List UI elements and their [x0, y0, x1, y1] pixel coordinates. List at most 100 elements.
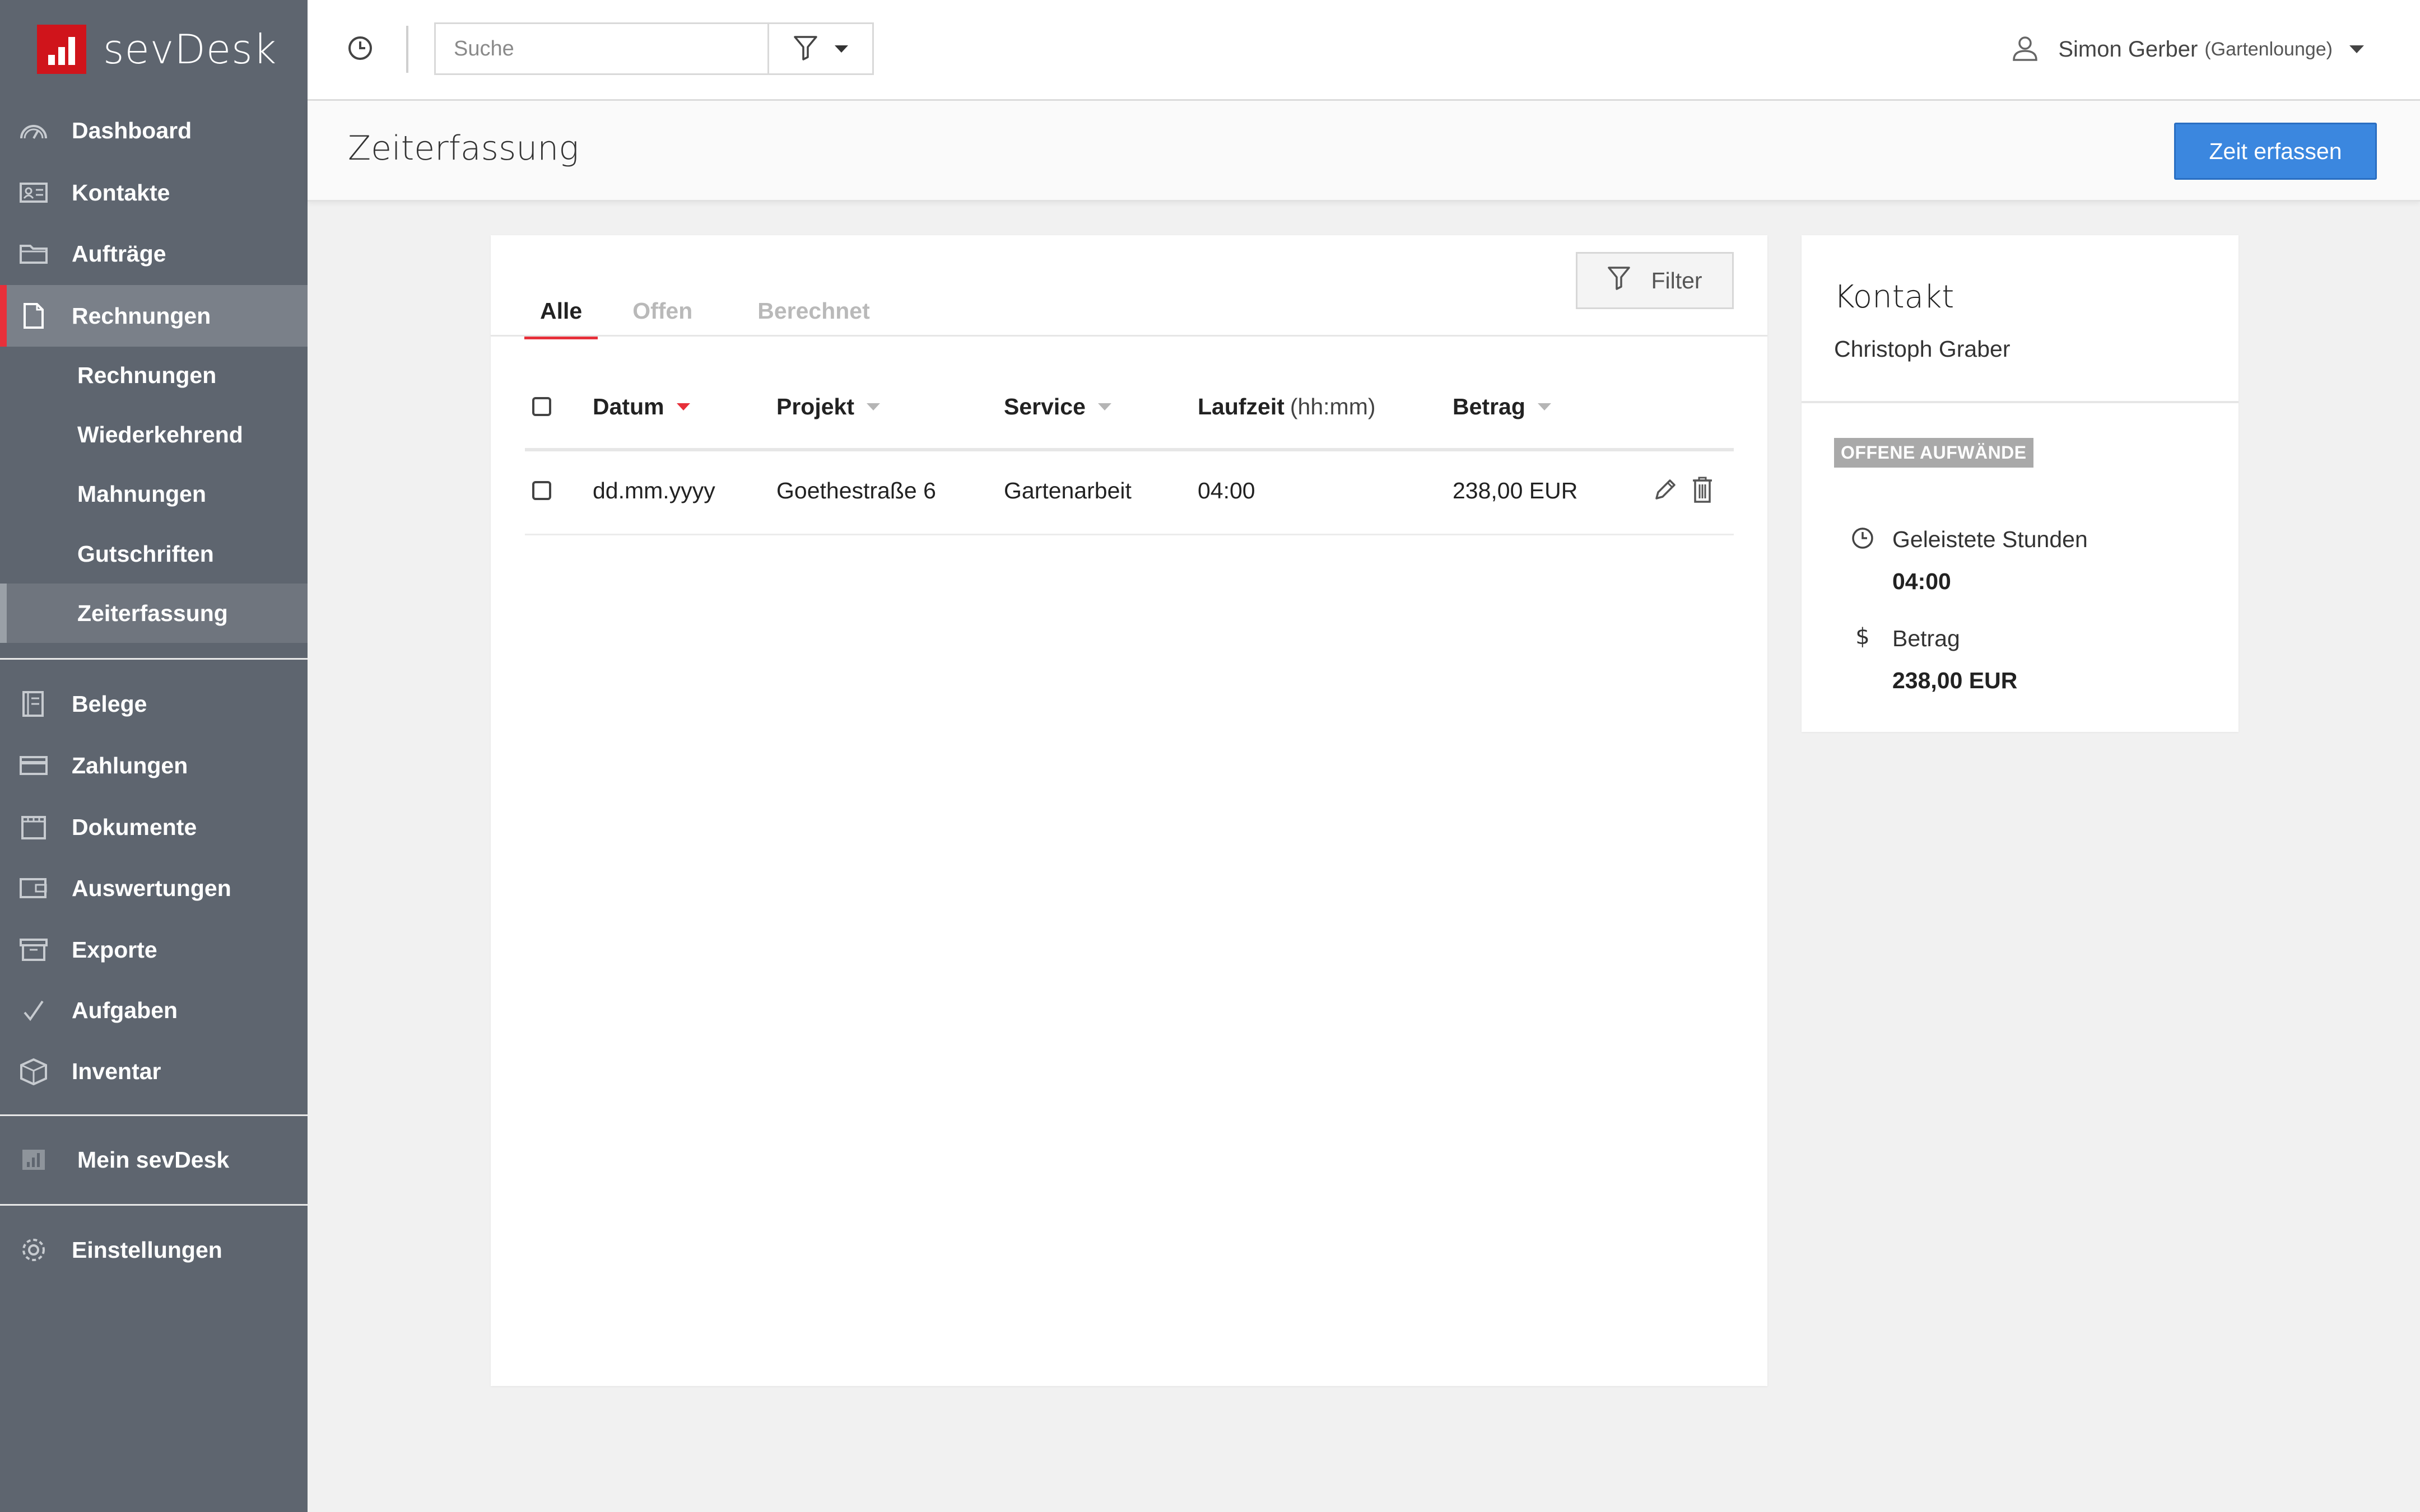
sidebar-item-kontakte[interactable]: Kontakte — [0, 162, 308, 223]
cell-service: Gartenarbeit — [1004, 477, 1132, 503]
sidebar-item-label: Mein sevDesk — [77, 1146, 230, 1173]
sidebar-item-label: Exporte — [72, 936, 157, 963]
documents-icon — [17, 810, 50, 844]
stat-value-amount: 238,00 EUR — [1892, 668, 2018, 693]
funnel-icon — [1607, 265, 1631, 296]
tab-offen[interactable]: Offen — [617, 284, 708, 337]
time-entries-card: Alle Offen Berechnet Filter Datum Projek… — [491, 235, 1767, 1386]
open-expenses-badge: OFFENE AUFWÄNDE — [1834, 438, 2033, 468]
column-label: Service — [1004, 393, 1086, 419]
sort-desc-icon — [676, 403, 690, 410]
user-menu[interactable]: Simon Gerber (Gartenlounge) — [2011, 28, 2364, 71]
cell-laufzeit: 04:00 — [1198, 477, 1255, 503]
sidebar-subitem-label: Rechnungen — [77, 362, 217, 388]
column-header-service[interactable]: Service — [1004, 385, 1111, 428]
gear-icon — [17, 1233, 50, 1267]
sidebar-subitem-gutschriften[interactable]: Gutschriften — [0, 524, 308, 584]
sidebar-item-auswertungen[interactable]: Auswertungen — [0, 857, 308, 919]
table-header-divider — [525, 448, 1734, 451]
search-filter-dropdown[interactable] — [767, 22, 874, 75]
tab-alle[interactable]: Alle — [524, 284, 598, 339]
sort-icon — [867, 403, 880, 410]
sidebar-item-zahlungen[interactable]: Zahlungen — [0, 735, 308, 796]
sidebar-item-label: Kontakte — [72, 179, 170, 206]
page-header: Zeiterfassung Zeit erfassen — [308, 101, 2420, 202]
stat-label-hours: Geleistete Stunden — [1892, 526, 2088, 552]
sidebar-item-dokumente[interactable]: Dokumente — [0, 796, 308, 858]
sidebar-item-exporte[interactable]: Exporte — [0, 919, 308, 981]
sidebar-item-auftraege[interactable]: Aufträge — [0, 223, 308, 284]
table-row-divider — [525, 534, 1734, 535]
sidebar-item-label: Zahlungen — [72, 752, 188, 778]
sort-icon — [1537, 403, 1551, 410]
sidebar-item-label: Inventar — [72, 1058, 161, 1084]
sidebar-item-einstellungen[interactable]: Einstellungen — [0, 1219, 308, 1281]
sidebar-divider — [0, 1204, 308, 1206]
bar-chart-icon — [17, 1143, 50, 1177]
sort-icon — [1097, 403, 1111, 410]
sidebar: sevDesk Dashboard Kontakte Aufträge Rech… — [0, 0, 308, 1512]
cell-betrag: 238,00 EUR — [1453, 477, 1578, 503]
sidebar-item-label: Aufträge — [72, 240, 166, 267]
sidebar-item-label: Dashboard — [72, 117, 192, 143]
column-header-projekt[interactable]: Projekt — [776, 385, 880, 428]
column-label: Betrag — [1453, 393, 1525, 419]
column-header-datum[interactable]: Datum — [593, 385, 690, 428]
contact-summary-card: Kontakt Christoph Graber OFFENE AUFWÄNDE… — [1802, 235, 2238, 732]
sidebar-item-inventar[interactable]: Inventar — [0, 1040, 308, 1102]
logo-text: sevDesk — [103, 26, 277, 73]
user-name: Simon Gerber — [2058, 36, 2198, 62]
sidebar-subitem-label: Mahnungen — [77, 480, 207, 507]
archive-box-icon — [17, 933, 50, 967]
sidebar-subitem-label: Gutschriften — [77, 540, 214, 567]
column-unit: (hh:mm) — [1290, 393, 1376, 419]
stat-label-amount: Betrag — [1892, 626, 1960, 651]
sidebar-item-label: Belege — [72, 690, 147, 717]
tab-berechnet[interactable]: Berechnet — [742, 284, 886, 337]
sidebar-subitem-label: Wiederkehrend — [77, 421, 243, 447]
sidebar-item-mein-sevdesk[interactable]: Mein sevDesk — [0, 1129, 308, 1191]
dashboard-icon — [17, 114, 50, 147]
cell-projekt: Goethestraße 6 — [776, 477, 936, 503]
sidebar-item-label: Rechnungen — [72, 302, 211, 329]
cell-datum: dd.mm.yyyy — [593, 477, 715, 503]
sidebar-subitem-zeiterfassung[interactable]: Zeiterfassung — [0, 584, 308, 643]
sidebar-subitem-wiederkehrend[interactable]: Wiederkehrend — [0, 405, 308, 464]
sidebar-item-rechnungen[interactable]: Rechnungen — [0, 285, 308, 347]
sidebar-subitem-mahnungen[interactable]: Mahnungen — [0, 464, 308, 524]
contact-card-title: Kontakt — [1834, 279, 1954, 315]
search-input[interactable] — [436, 24, 767, 73]
select-all-checkbox[interactable] — [532, 397, 551, 416]
column-header-laufzeit: Laufzeit (hh:mm) — [1198, 385, 1376, 428]
sidebar-item-belege[interactable]: Belege — [0, 673, 308, 735]
sidebar-item-dashboard[interactable]: Dashboard — [0, 100, 308, 161]
stat-value-hours: 04:00 — [1892, 568, 1951, 594]
box-icon — [17, 1054, 50, 1088]
top-bar: Simon Gerber (Gartenlounge) — [308, 0, 2420, 101]
search-box — [434, 22, 769, 75]
funnel-icon — [793, 35, 818, 63]
history-clock-icon[interactable] — [342, 30, 378, 66]
edit-pencil-icon[interactable] — [1649, 473, 1682, 506]
sidebar-item-label: Auswertungen — [72, 875, 231, 901]
sidebar-subitem-rechnungen[interactable]: Rechnungen — [0, 346, 308, 405]
row-checkbox[interactable] — [532, 481, 551, 500]
row-checkbox-cell — [532, 469, 551, 512]
tab-bar: Alle Offen Berechnet — [524, 284, 919, 339]
credit-card-icon — [17, 749, 50, 782]
contact-card-icon — [17, 176, 50, 209]
column-label: Projekt — [776, 393, 854, 419]
sidebar-item-aufgaben[interactable]: Aufgaben — [0, 979, 308, 1041]
delete-trash-icon[interactable] — [1686, 473, 1719, 506]
select-all-checkbox-cell — [532, 385, 551, 428]
filter-button[interactable]: Filter — [1576, 252, 1734, 309]
sevdesk-logo[interactable]: sevDesk — [37, 25, 277, 74]
user-icon — [2011, 34, 2039, 65]
page-title: Zeiterfassung — [348, 129, 579, 168]
sidebar-item-label: Aufgaben — [72, 997, 178, 1023]
toolbar-separator — [406, 26, 408, 73]
zeit-erfassen-button[interactable]: Zeit erfassen — [2174, 123, 2377, 180]
column-header-betrag[interactable]: Betrag — [1453, 385, 1551, 428]
folder-icon — [17, 237, 50, 270]
column-label: Datum — [593, 393, 664, 419]
